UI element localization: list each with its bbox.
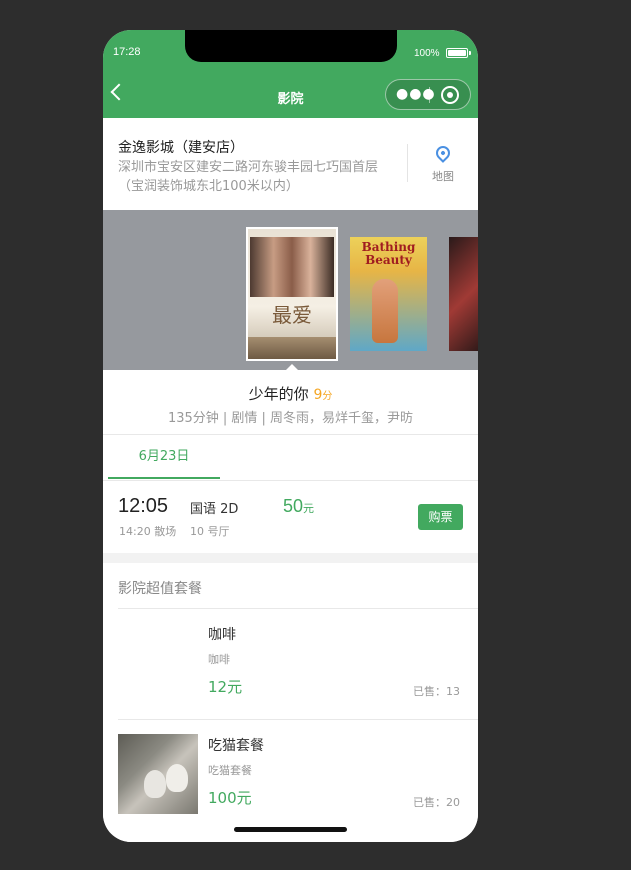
mini-program-capsule: ●●●: [385, 79, 471, 110]
session-price: 50元: [283, 496, 314, 517]
package-price: 12元: [208, 678, 243, 696]
package-sold: 已售：13: [413, 685, 460, 698]
package-desc: 吃猫套餐: [208, 764, 252, 777]
package-sold: 已售：20: [413, 796, 460, 809]
cinema-name: 金逸影城（建安店）: [118, 140, 244, 156]
notch: [185, 30, 397, 62]
movie-title-line: 少年的你 9分: [103, 383, 478, 404]
tab-date[interactable]: 6月23日: [108, 435, 220, 479]
package-item[interactable]: 咖啡 咖啡 12元 已售：13: [103, 609, 478, 719]
session-language: 国语 2D: [190, 502, 239, 517]
phone-frame: 17:28 100% 影院 ●●● 金逸影城（建安店） 深圳市宝安区建安二路河东…: [103, 30, 478, 842]
cinema-address: 深圳市宝安区建安二路河东骏丰园七巧国首层（宝润装饰城东北100米以内）: [118, 160, 379, 194]
package-desc: 咖啡: [208, 653, 230, 666]
package-image: [118, 623, 198, 703]
packages-section: 影院超值套餐 咖啡 咖啡 12元 已售：13 吃猫套餐 吃猫套餐 100元 已售…: [103, 563, 478, 842]
poster-art-bottom: [248, 337, 336, 359]
poster-item[interactable]: [449, 237, 478, 351]
package-name: 吃猫套餐: [208, 738, 264, 754]
map-label: 地图: [432, 170, 454, 183]
session-end: 14:20 散场: [119, 525, 177, 538]
battery-percent: 100%: [414, 48, 440, 59]
cat-figure: [166, 764, 188, 792]
poster-art: [250, 237, 334, 297]
price-value: 50: [283, 496, 304, 516]
home-indicator: [234, 827, 347, 832]
package-item[interactable]: 吃猫套餐 吃猫套餐 100元 已售：20: [103, 720, 478, 830]
price-unit: 元: [303, 503, 315, 515]
capsule-divider: [429, 87, 430, 103]
poster-title: Bathing Beauty: [361, 240, 416, 267]
poster-carousel[interactable]: 最爱 Bathing Beauty: [103, 210, 478, 370]
movie-info: 少年的你 9分 135分钟 | 剧情 | 周冬雨，易烊千玺，尹昉: [103, 370, 478, 435]
close-target-icon[interactable]: [441, 86, 459, 104]
session-row: 12:05 14:20 散场 国语 2D 10 号厅 50元 购票: [103, 481, 478, 553]
divider: [407, 144, 408, 182]
session-hall: 10 号厅: [190, 525, 230, 538]
battery-icon: [446, 48, 471, 58]
location-pin-icon: [433, 143, 453, 163]
poster-selected[interactable]: 最爱: [246, 227, 338, 361]
map-button[interactable]: 地图: [421, 143, 465, 184]
buy-ticket-button[interactable]: 购票: [418, 504, 463, 530]
package-price: 100元: [208, 789, 252, 807]
poster-title: 最爱: [272, 303, 312, 327]
poster-art: [372, 279, 398, 343]
movie-meta: 135分钟 | 剧情 | 周冬雨，易烊千玺，尹昉: [167, 411, 414, 426]
movie-title: 少年的你: [248, 385, 309, 403]
status-time: 17:28: [113, 46, 141, 58]
score-unit: 分: [322, 391, 333, 402]
date-tabs: 6月23日: [103, 435, 478, 481]
top-bar: 17:28 100% 影院 ●●●: [103, 30, 478, 118]
package-name: 咖啡: [208, 627, 236, 643]
package-image: [118, 734, 198, 814]
packages-header: 影院超值套餐: [118, 581, 202, 597]
cat-figure: [144, 770, 166, 798]
poster-item[interactable]: Bathing Beauty: [350, 237, 427, 351]
cinema-info: 金逸影城（建安店） 深圳市宝安区建安二路河东骏丰园七巧国首层（宝润装饰城东北10…: [103, 118, 478, 210]
session-start: 12:05: [118, 495, 169, 517]
